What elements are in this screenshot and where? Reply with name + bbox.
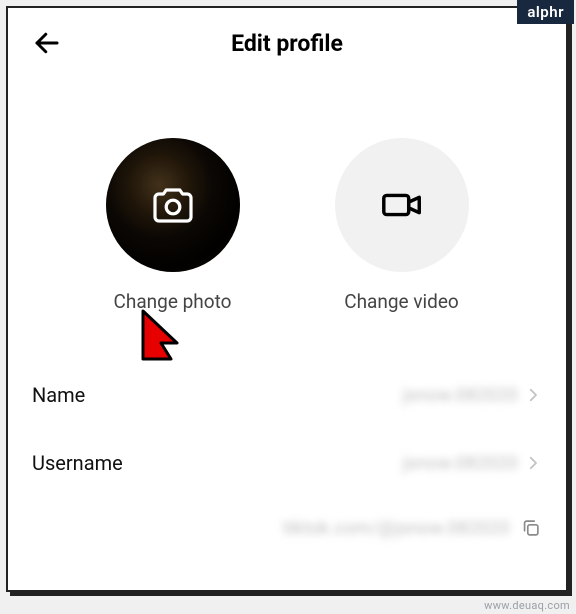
chevron-right-icon <box>524 386 542 404</box>
camera-icon <box>149 181 197 229</box>
page-title: Edit profile <box>8 30 566 57</box>
change-photo-label: Change photo <box>114 290 232 313</box>
arrow-left-icon <box>32 28 62 58</box>
name-label: Name <box>32 383 85 407</box>
alphr-badge: alphr <box>517 0 574 24</box>
change-video-label: Change video <box>344 290 459 313</box>
header: Edit profile <box>8 8 566 68</box>
edit-profile-screen: Edit profile Change photo Change <box>6 6 568 592</box>
back-button[interactable] <box>30 26 64 60</box>
profile-link-row: tiktok.com/@jsnow.082020 <box>8 497 566 539</box>
video-placeholder <box>335 138 469 272</box>
name-row[interactable]: Name jsnow.082020 <box>8 361 566 429</box>
profile-link-text: tiktok.com/@jsnow.082020 <box>283 518 510 539</box>
copy-icon[interactable] <box>520 517 542 539</box>
watermark: www.deuaq.com <box>484 599 570 612</box>
chevron-right-icon <box>524 454 542 472</box>
username-row[interactable]: Username jsnow.082020 <box>8 429 566 497</box>
media-section: Change photo Change video <box>8 68 566 323</box>
username-label: Username <box>32 451 123 475</box>
change-video-button[interactable]: Change video <box>312 138 492 313</box>
change-photo-button[interactable]: Change photo <box>83 138 263 313</box>
username-value: jsnow.082020 <box>403 453 518 474</box>
name-value: jsnow.082020 <box>403 385 518 406</box>
video-camera-icon <box>379 182 425 228</box>
avatar <box>106 138 240 272</box>
profile-fields: Name jsnow.082020 Username jsnow.082020 … <box>8 361 566 539</box>
